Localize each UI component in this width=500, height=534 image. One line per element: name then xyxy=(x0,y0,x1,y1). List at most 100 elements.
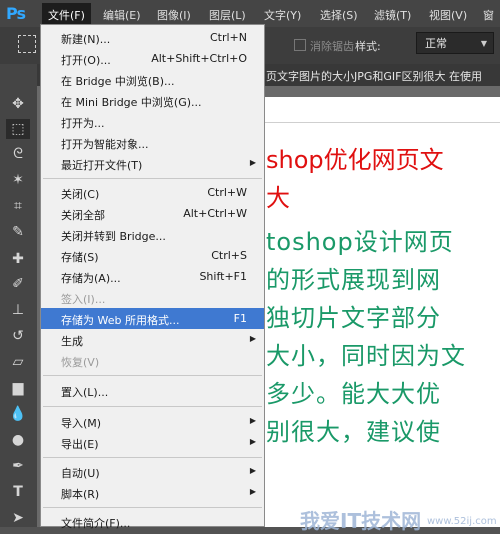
menu-item-label: 恢复(V) xyxy=(61,356,100,369)
type-tool-icon[interactable]: T xyxy=(6,482,30,502)
clone-stamp-tool-icon[interactable]: ⊥ xyxy=(6,300,30,320)
canvas-text-red-2: 大 xyxy=(266,184,290,212)
menu-item-close-all[interactable]: 关闭全部 Alt+Ctrl+W xyxy=(41,203,264,224)
menu-separator xyxy=(43,178,262,179)
style-select[interactable]: 正常 ▼ xyxy=(416,32,494,54)
menu-item-recent-files[interactable]: 最近打开文件(T) ▶ xyxy=(41,153,264,174)
menu-item-generate[interactable]: 生成 ▶ xyxy=(41,329,264,350)
menu-item-label: 关闭全部 xyxy=(61,209,105,222)
menu-item-label: 最近打开文件(T) xyxy=(61,159,143,172)
menu-separator xyxy=(43,507,262,508)
menu-item-open[interactable]: 打开(O)... Alt+Shift+Ctrl+O xyxy=(41,48,264,69)
menu-item-close-go-bridge[interactable]: 关闭并转到 Bridge... xyxy=(41,224,264,245)
style-label: 样式: xyxy=(355,40,381,53)
submenu-arrow-icon: ▶ xyxy=(249,158,256,167)
menu-item-import[interactable]: 导入(M) ▶ xyxy=(41,411,264,432)
menu-item-label: 签入(I)... xyxy=(61,293,106,306)
menu-item-shortcut: Ctrl+S xyxy=(211,249,247,262)
photoshop-logo: Ps xyxy=(6,4,26,23)
lasso-tool-icon[interactable]: ᘓ xyxy=(6,144,30,164)
submenu-arrow-icon: ▶ xyxy=(249,416,256,425)
menu-item-save-as[interactable]: 存储为(A)... Shift+F1 xyxy=(41,266,264,287)
menu-item-shortcut: Ctrl+W xyxy=(207,186,247,199)
menu-item-automate[interactable]: 自动(U) ▶ xyxy=(41,461,264,482)
menu-item-label: 文件简介(F)... xyxy=(61,517,131,530)
menu-edit[interactable]: 编辑(E) xyxy=(103,7,141,23)
menu-item-label: 打开为... xyxy=(61,117,105,130)
pen-tool-icon[interactable]: ✒ xyxy=(6,456,30,476)
magic-wand-tool-icon[interactable]: ✶ xyxy=(6,170,30,190)
menu-item-label: 生成 xyxy=(61,335,83,348)
gradient-tool-icon[interactable]: ▆ xyxy=(6,378,30,398)
menu-item-export[interactable]: 导出(E) ▶ xyxy=(41,432,264,453)
canvas-text-green-2: 的形式展现到网 xyxy=(266,266,441,294)
checkbox-icon xyxy=(294,39,306,51)
menu-item-save[interactable]: 存储(S) Ctrl+S xyxy=(41,245,264,266)
menu-item-open-as[interactable]: 打开为... xyxy=(41,111,264,132)
menu-item-label: 在 Bridge 中浏览(B)... xyxy=(61,75,175,88)
menu-type[interactable]: 文字(Y) xyxy=(264,7,301,23)
menu-image[interactable]: 图像(I) xyxy=(157,7,191,23)
menu-item-close[interactable]: 关闭(C) Ctrl+W xyxy=(41,182,264,203)
menu-item-file-info[interactable]: 文件简介(F)... xyxy=(41,511,264,532)
menu-item-open-smart-object[interactable]: 打开为智能对象... xyxy=(41,132,264,153)
move-tool-icon[interactable]: ✥ xyxy=(6,94,30,114)
menu-separator xyxy=(43,457,262,458)
style-select-value: 正常 xyxy=(425,37,447,50)
menu-item-label: 自动(U) xyxy=(61,467,100,480)
menu-item-label: 导出(E) xyxy=(61,438,99,451)
menu-item-revert: 恢复(V) xyxy=(41,350,264,371)
menu-item-browse-bridge[interactable]: 在 Bridge 中浏览(B)... xyxy=(41,69,264,90)
menu-item-label: 存储为 Web 所用格式... xyxy=(61,314,180,327)
watermark-url: www.52ij.com xyxy=(427,516,497,527)
path-selection-tool-icon[interactable]: ➤ xyxy=(6,508,30,528)
menu-item-label: 新建(N)... xyxy=(61,33,111,46)
menu-item-place[interactable]: 置入(L)... xyxy=(41,380,264,401)
menu-item-label: 打开(O)... xyxy=(61,54,111,67)
brush-tool-icon[interactable]: ✐ xyxy=(6,274,30,294)
crop-tool-icon[interactable]: ⌗ xyxy=(6,196,30,216)
canvas-text-green-3: 独切片文字部分 xyxy=(266,304,441,332)
marquee-tool-icon[interactable]: ⬚ xyxy=(6,119,30,139)
divider xyxy=(258,122,500,123)
dodge-tool-icon[interactable]: ● xyxy=(6,430,30,450)
menu-separator xyxy=(43,375,262,376)
menu-item-label: 在 Mini Bridge 中浏览(G)... xyxy=(61,96,202,109)
menu-more[interactable]: 窗 xyxy=(483,7,494,23)
menu-item-label: 关闭(C) xyxy=(61,188,100,201)
submenu-arrow-icon: ▶ xyxy=(249,466,256,475)
menu-item-label: 存储(S) xyxy=(61,251,99,264)
antialias-checkbox[interactable]: 消除锯齿 xyxy=(294,38,354,54)
blur-tool-icon[interactable]: 💧 xyxy=(6,404,30,424)
menu-item-label: 导入(M) xyxy=(61,417,102,430)
menu-view[interactable]: 视图(V) xyxy=(429,7,467,23)
canvas-text-green-4: 大小，同时因为文 xyxy=(266,342,466,370)
eraser-tool-icon[interactable]: ▱ xyxy=(6,352,30,372)
menu-select[interactable]: 选择(S) xyxy=(320,7,358,23)
menu-item-save-for-web[interactable]: 存储为 Web 所用格式... F1 xyxy=(41,308,264,329)
menu-item-shortcut: Ctrl+N xyxy=(209,31,247,44)
menu-layer[interactable]: 图层(L) xyxy=(209,7,246,23)
document-tab[interactable]: 页文字图片的大小JPG和GIF区别很大 在使用 xyxy=(266,68,482,84)
file-menu: 新建(N)... Ctrl+N 打开(O)... Alt+Shift+Ctrl+O … xyxy=(40,24,265,530)
menu-item-label: 置入(L)... xyxy=(61,386,109,399)
menu-item-scripts[interactable]: 脚本(R) ▶ xyxy=(41,482,264,503)
menu-item-shortcut: Shift+F1 xyxy=(199,270,247,283)
canvas-text-green-5: 多少。能大大优 xyxy=(266,380,441,408)
menu-filter[interactable]: 滤镜(T) xyxy=(374,7,411,23)
menu-item-label: 脚本(R) xyxy=(61,488,100,501)
submenu-arrow-icon: ▶ xyxy=(249,487,256,496)
canvas-text-green-6: 别很大，建议使 xyxy=(266,418,441,446)
menu-item-shortcut: Alt+Shift+Ctrl+O xyxy=(151,52,247,65)
menu-item-new[interactable]: 新建(N)... Ctrl+N xyxy=(41,27,264,48)
submenu-arrow-icon: ▶ xyxy=(249,437,256,446)
menu-item-shortcut: F1 xyxy=(233,312,247,325)
eyedropper-tool-icon[interactable]: ✎ xyxy=(6,222,30,242)
chevron-down-icon: ▼ xyxy=(480,39,487,48)
marquee-preset-icon[interactable] xyxy=(18,35,36,53)
toolbox: ✥ ⬚ ᘓ ✶ ⌗ ✎ ✚ ✐ ⊥ ↺ ▱ ▆ 💧 ● ✒ T ➤ xyxy=(0,64,38,527)
history-brush-tool-icon[interactable]: ↺ xyxy=(6,326,30,346)
healing-brush-tool-icon[interactable]: ✚ xyxy=(6,249,30,269)
menu-item-label: 打开为智能对象... xyxy=(61,138,149,151)
menu-item-browse-mini-bridge[interactable]: 在 Mini Bridge 中浏览(G)... xyxy=(41,90,264,111)
